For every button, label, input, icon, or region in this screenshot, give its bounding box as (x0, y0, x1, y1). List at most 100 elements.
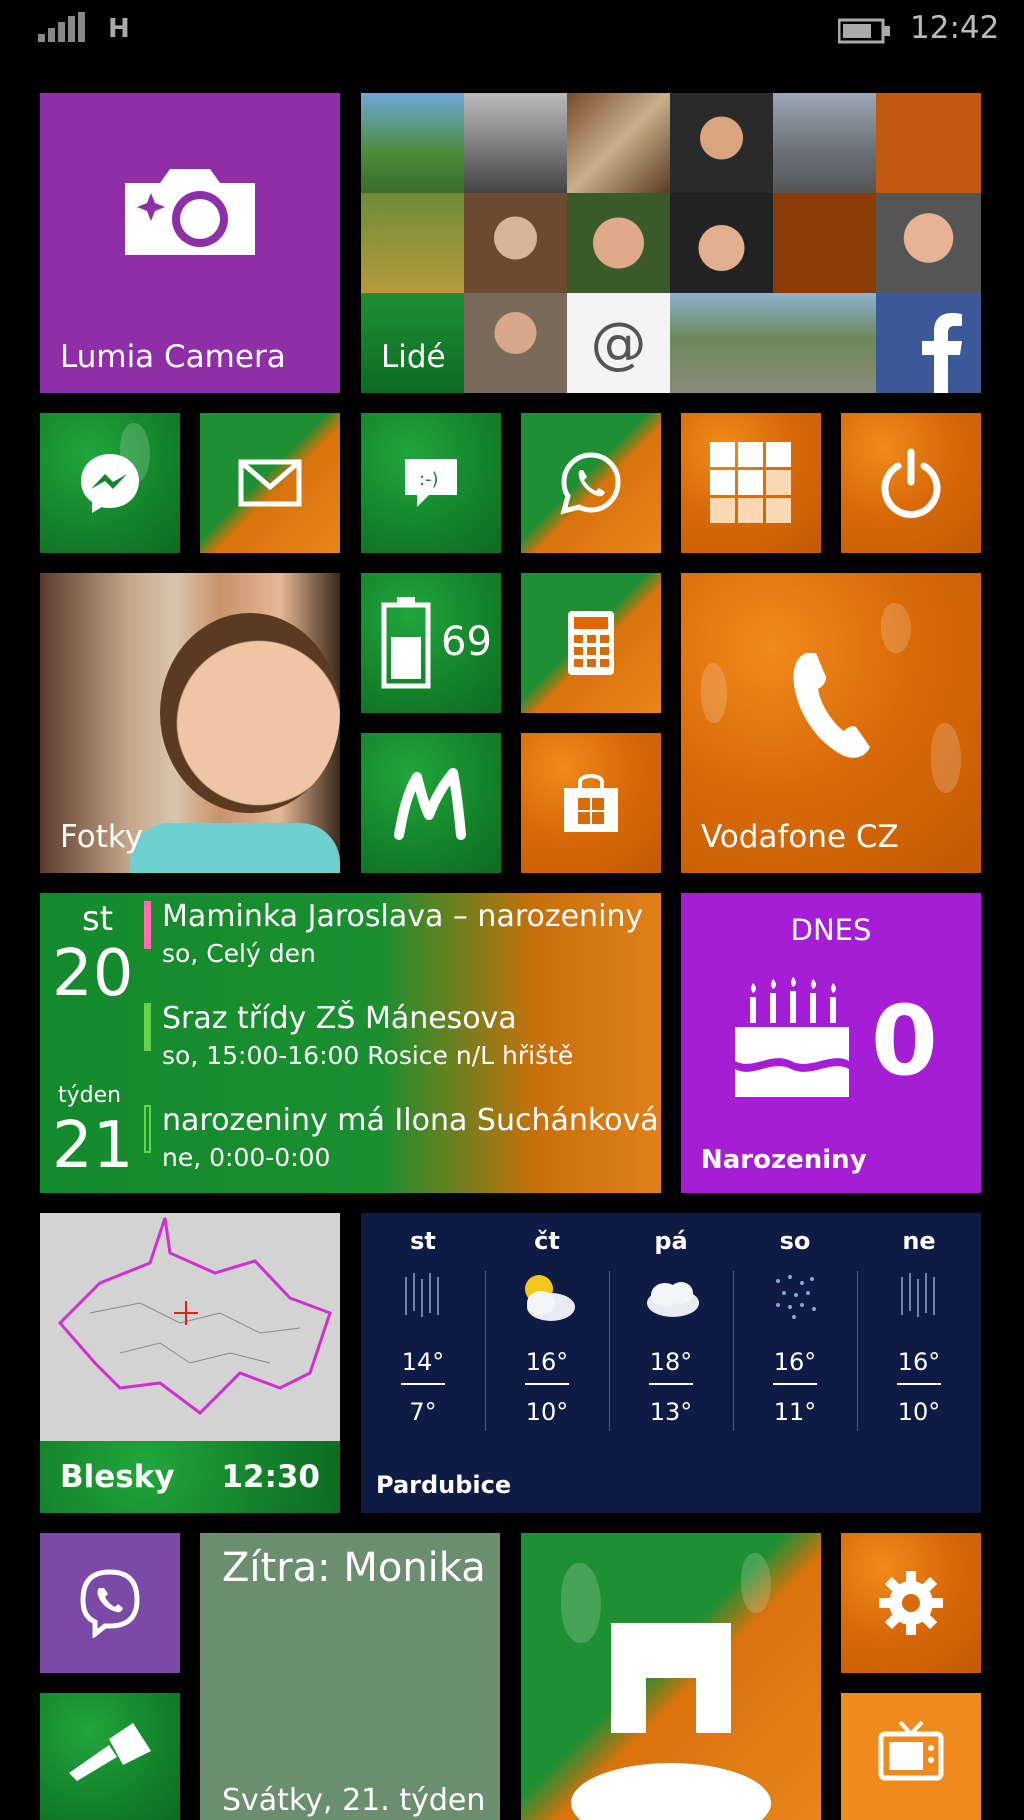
event-title: Maminka Jaroslava – narozeniny (162, 899, 644, 934)
event-title: narozeniny má Ilona Suchánková (162, 1103, 659, 1138)
phone-tile[interactable]: Vodafone CZ (681, 573, 981, 873)
contact-photo (670, 93, 773, 193)
contact-photo (567, 193, 670, 293)
tile-label: Narozeniny (701, 1145, 867, 1175)
contact-photo (773, 93, 876, 193)
weather-low: 10° (525, 1398, 569, 1426)
tile-label: Lumia Camera (60, 339, 286, 375)
viber-tile[interactable] (40, 1533, 180, 1673)
whatsapp-icon (560, 452, 621, 515)
map-czech-icon (40, 1213, 340, 1441)
weather-day: pá (654, 1227, 688, 1255)
weather-low: 10° (897, 1398, 941, 1426)
contact-photo (876, 193, 981, 293)
contact-photo (464, 293, 567, 393)
blesky-tile[interactable]: Blesky 12:30 (40, 1213, 340, 1513)
messenger-icon (81, 454, 139, 513)
messaging-tile[interactable]: :-) (361, 413, 501, 553)
weather-tile[interactable]: st 14° 7° čt 16° 10° pá 18° 13° so 16° 1… (361, 1213, 981, 1513)
weather-low: 13° (649, 1398, 693, 1426)
contact-photo (670, 193, 773, 293)
calculator-tile[interactable] (521, 573, 661, 713)
weather-high: 16° (897, 1348, 941, 1376)
battery-percent: 69 (441, 619, 492, 665)
tv-icon (878, 1720, 944, 1780)
holidays-tile[interactable]: Zítra: Monika Svátky, 21. týden (200, 1533, 500, 1820)
tile-label: Blesky (60, 1459, 175, 1495)
weather-day: ne (902, 1227, 936, 1255)
battery-tile[interactable]: 69 (361, 573, 501, 713)
contact-photo (567, 93, 670, 193)
contact-photo (876, 93, 981, 193)
weather-high: 16° (773, 1348, 817, 1376)
people-tile[interactable]: @ Lidé (361, 93, 981, 393)
contact-photo (670, 293, 876, 393)
weather-low: 7° (409, 1398, 437, 1426)
network-type: H (108, 14, 130, 44)
event-bar (144, 1105, 151, 1153)
tv-tile[interactable] (841, 1693, 981, 1820)
apps-grid-tile[interactable] (681, 413, 821, 553)
calculator-icon (568, 611, 614, 675)
facebook-icon (922, 313, 962, 393)
flashlight-icon (69, 1722, 151, 1781)
messenger-tile[interactable] (40, 413, 180, 553)
rain-icon (901, 1273, 935, 1317)
gear-icon (879, 1571, 943, 1635)
power-tile[interactable] (841, 413, 981, 553)
event-detail: so, 15:00-16:00 Rosice n/L hřiště (162, 1041, 574, 1070)
sun-cloud-icon (525, 1275, 575, 1321)
maxthon-tile[interactable] (521, 1533, 821, 1820)
weather-day: čt (534, 1227, 560, 1255)
cloud-icon (647, 1282, 699, 1317)
maxthon-icon (571, 1623, 771, 1820)
weather-city: Pardubice (376, 1471, 512, 1499)
contact-photo (464, 93, 567, 193)
mail-tile[interactable] (200, 413, 340, 553)
contact-photo (464, 193, 567, 293)
tile-label: Vodafone CZ (701, 819, 899, 855)
cake-icon (735, 977, 849, 1097)
m-logo-icon (394, 768, 466, 840)
weather-low: 11° (773, 1398, 817, 1426)
status-bar: H 12:42 (0, 0, 1024, 60)
svg-text::-): :-) (419, 469, 439, 490)
contact-photo (773, 193, 876, 293)
drizzle-icon (776, 1275, 816, 1319)
event-title: Sraz třídy ZŠ Mánesova (162, 1001, 517, 1036)
whatsapp-tile[interactable] (521, 413, 661, 553)
birthdays-tile[interactable]: DNES 0 Narozeniny (681, 893, 981, 1193)
holidays-subtitle: Svátky, 21. týden (222, 1783, 486, 1818)
flashlight-tile[interactable] (40, 1693, 180, 1820)
m-app-tile[interactable] (361, 733, 501, 873)
weather-high: 18° (649, 1348, 693, 1376)
store-tile[interactable] (521, 733, 661, 873)
weather-day: so (779, 1227, 811, 1255)
calendar-weekday: st (82, 899, 114, 939)
weather-day: st (410, 1227, 436, 1255)
battery-icon (838, 18, 890, 44)
blesky-time: 12:30 (221, 1459, 320, 1495)
battery-icon (381, 597, 431, 689)
email-contact-photo: @ (567, 293, 670, 393)
contact-photo (361, 93, 464, 193)
lumia-camera-tile[interactable]: Lumia Camera (40, 93, 340, 393)
photos-tile[interactable]: Fotky (40, 573, 340, 873)
event-bar (144, 1003, 151, 1051)
calendar-day: 20 (52, 937, 134, 1011)
chat-icon: :-) (405, 459, 457, 507)
contact-photo (361, 193, 464, 293)
photo-shirt (130, 823, 340, 873)
phone-icon (793, 653, 870, 758)
facebook-photo (876, 293, 981, 393)
viber-icon (80, 1569, 140, 1638)
tile-label: Lidé (381, 339, 446, 375)
power-icon (881, 448, 941, 518)
weather-high: 16° (525, 1348, 569, 1376)
birthdays-count: 0 (871, 985, 938, 1097)
settings-tile[interactable] (841, 1533, 981, 1673)
event-bar (144, 901, 151, 949)
calendar-week: 21 (52, 1109, 134, 1183)
signal-bars-icon (38, 12, 85, 42)
calendar-tile[interactable]: st 20 týden 21 Maminka Jaroslava – naroz… (40, 893, 661, 1193)
